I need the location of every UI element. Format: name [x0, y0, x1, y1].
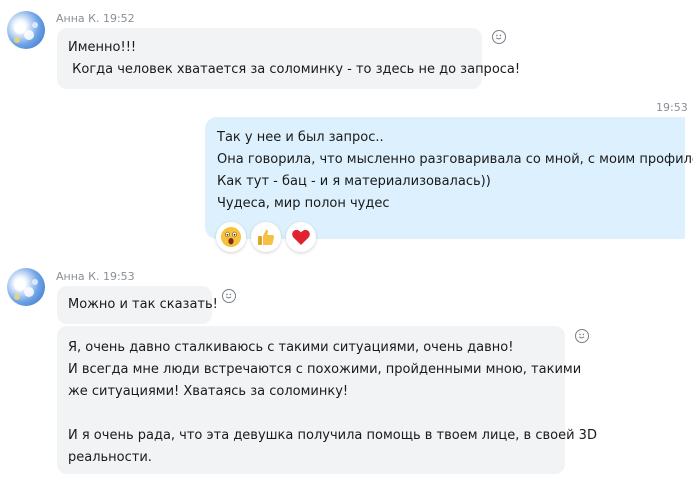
timestamp: 19:53	[102, 270, 135, 283]
message-line: И я очень рада, что эта девушка получила…	[68, 428, 597, 443]
avatar[interactable]	[7, 11, 45, 49]
surprised-emoji-icon	[221, 227, 241, 247]
timestamp: 19:53	[656, 101, 688, 114]
message-line: Когда человек хватается за соломинку - т…	[68, 62, 521, 77]
timestamp: 19:52	[102, 12, 135, 25]
message-line: реальности.	[68, 450, 152, 465]
message-line: Она говорила, что мысленно разговаривала…	[217, 152, 693, 167]
heart-emoji-icon	[292, 229, 310, 245]
heart-emoji-reaction[interactable]	[286, 222, 316, 252]
author-name: Анна К.	[56, 12, 100, 25]
message-bubble[interactable]: Можно и так сказать!	[57, 286, 218, 324]
thumbs-up-emoji-reaction[interactable]	[251, 222, 281, 252]
message-line: Как тут - бац - и я материализовалась))	[217, 174, 491, 189]
message-line: Именно!!!	[68, 40, 137, 55]
avatar[interactable]	[7, 268, 45, 306]
message-line: И всегда мне люди встречаются с похожими…	[68, 362, 582, 377]
smiley-icon[interactable]	[222, 289, 236, 303]
smiley-icon[interactable]	[575, 329, 589, 343]
message-bubble[interactable]: Я, очень давно сталкиваюсь с такими ситу…	[57, 326, 597, 474]
message-line: Так у нее и был запрос..	[217, 130, 384, 145]
message-line: Я, очень давно сталкиваюсь с такими ситу…	[68, 340, 514, 355]
message-meta: Анна К. 19:53	[56, 270, 135, 283]
smiley-icon[interactable]	[492, 30, 506, 44]
message-line: же ситуациями! Хватаясь за соломинку!	[68, 384, 349, 399]
message-line: Чудеса, мир полон чудес	[217, 196, 390, 211]
message-bubble[interactable]: Именно!!! Когда человек хватается за сол…	[57, 28, 521, 89]
message-line	[68, 403, 554, 425]
message-bubble[interactable]: Так у нее и был запрос.. Она говорила, ч…	[205, 117, 693, 239]
thumbs-up-emoji-icon	[258, 229, 275, 245]
surprised-emoji-reaction[interactable]	[216, 222, 246, 252]
author-name: Анна К.	[56, 270, 100, 283]
message-meta: Анна К. 19:52	[56, 12, 135, 25]
message-line: Можно и так сказать!	[68, 297, 218, 312]
